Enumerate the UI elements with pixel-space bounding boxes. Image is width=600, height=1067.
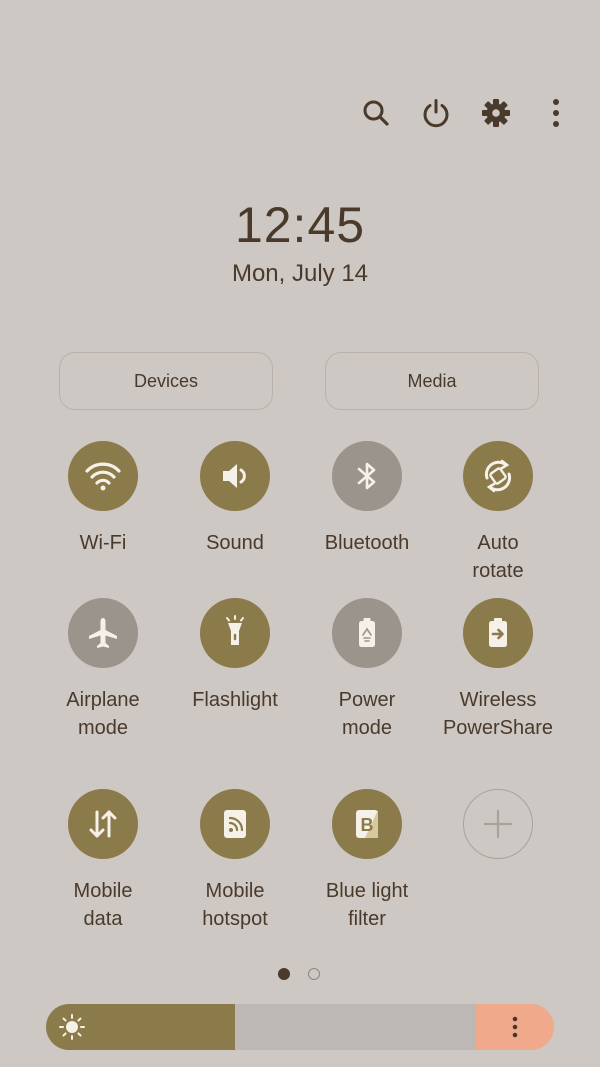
sound-icon[interactable] bbox=[200, 441, 270, 511]
tile-power-mode[interactable]: Power mode bbox=[301, 598, 433, 742]
brightness-fill bbox=[46, 1004, 235, 1050]
power-icon[interactable] bbox=[418, 92, 454, 134]
blue-light-filter-icon[interactable]: B bbox=[332, 789, 402, 859]
tile-label: Bluetooth bbox=[324, 532, 410, 554]
brightness-slider[interactable] bbox=[46, 1004, 554, 1050]
tile-label: Wireless PowerShare bbox=[442, 689, 554, 739]
tile-mobile-data[interactable]: Mobile data bbox=[37, 789, 169, 933]
tile-label: Wi-Fi bbox=[79, 532, 127, 554]
clock-time: 12:45 bbox=[234, 197, 366, 253]
tile-add[interactable] bbox=[432, 789, 564, 859]
auto-rotate-icon[interactable] bbox=[463, 441, 533, 511]
power-mode-icon[interactable] bbox=[332, 598, 402, 668]
tile-airplane-mode[interactable]: Airplane mode bbox=[37, 598, 169, 742]
tile-label: Flashlight bbox=[192, 689, 278, 711]
tile-label: Mobile hotspot bbox=[202, 880, 268, 930]
wireless-powershare-icon[interactable] bbox=[463, 598, 533, 668]
add-icon[interactable] bbox=[463, 789, 533, 859]
tile-bluetooth[interactable]: Bluetooth bbox=[301, 441, 433, 557]
media-button[interactable]: Media bbox=[325, 352, 539, 410]
sun-icon bbox=[58, 1013, 86, 1046]
tile-auto-rotate[interactable]: Auto rotate bbox=[432, 441, 564, 585]
tile-flashlight[interactable]: Flashlight bbox=[169, 598, 301, 714]
page-dot-active[interactable] bbox=[278, 968, 290, 980]
media-label: Media bbox=[407, 370, 457, 391]
tile-sound[interactable]: Sound bbox=[169, 441, 301, 557]
svg-text:B: B bbox=[361, 815, 374, 835]
tile-wifi[interactable]: Wi-Fi bbox=[37, 441, 169, 557]
airplane-icon[interactable] bbox=[68, 598, 138, 668]
tile-label: Auto rotate bbox=[472, 532, 524, 582]
wifi-icon[interactable] bbox=[68, 441, 138, 511]
search-icon[interactable] bbox=[358, 92, 394, 134]
tile-wireless-powershare[interactable]: Wireless PowerShare bbox=[432, 598, 564, 742]
mobile-hotspot-icon[interactable] bbox=[200, 789, 270, 859]
tile-label: Airplane mode bbox=[66, 689, 140, 739]
tile-label: Sound bbox=[206, 532, 264, 554]
devices-button[interactable]: Devices bbox=[59, 352, 273, 410]
page-dot-inactive[interactable] bbox=[308, 968, 320, 980]
mobile-data-icon[interactable] bbox=[68, 789, 138, 859]
devices-label: Devices bbox=[133, 370, 199, 391]
settings-icon[interactable] bbox=[478, 92, 514, 134]
tile-label: Blue light filter bbox=[325, 880, 409, 930]
page-indicator bbox=[278, 968, 320, 980]
bluetooth-icon[interactable] bbox=[332, 441, 402, 511]
tile-mobile-hotspot[interactable]: Mobile hotspot bbox=[169, 789, 301, 933]
tile-blue-light-filter[interactable]: B Blue light filter bbox=[301, 789, 433, 933]
brightness-options-button[interactable] bbox=[476, 1004, 554, 1050]
header-actions bbox=[358, 92, 574, 134]
tile-label: Mobile data bbox=[73, 880, 133, 930]
flashlight-icon[interactable] bbox=[200, 598, 270, 668]
clock-date: Mon, July 14 bbox=[231, 260, 369, 287]
tile-label: Power mode bbox=[338, 689, 396, 739]
more-icon bbox=[512, 1016, 518, 1038]
more-icon[interactable] bbox=[538, 92, 574, 134]
